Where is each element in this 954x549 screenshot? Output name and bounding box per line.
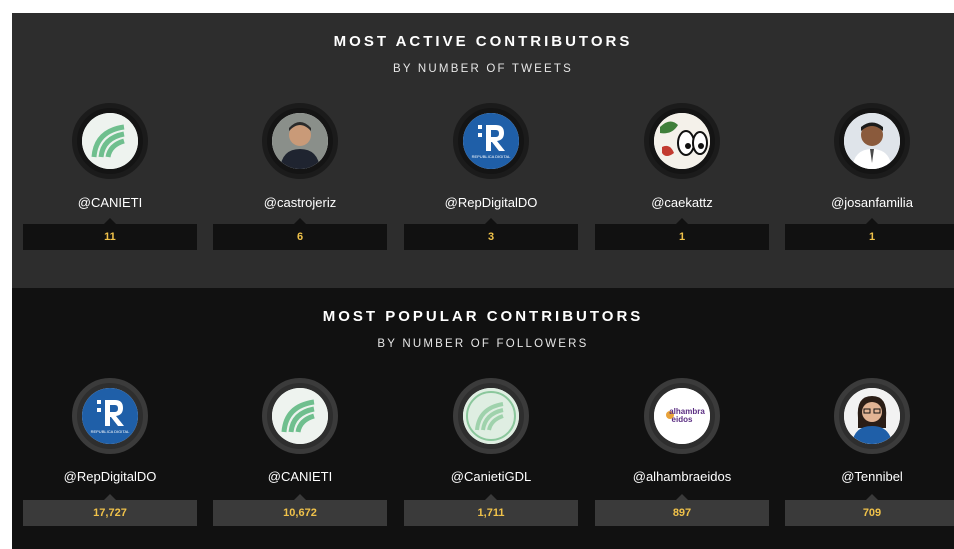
avatar[interactable]: alhambra eidos [644,378,720,454]
woman-portrait-icon [844,388,900,444]
follower-count: 10,672 [213,494,387,526]
alhambra-logo-text-line2: eidos [672,415,693,424]
man-portrait-icon [272,113,328,169]
follower-count: 1,711 [404,494,578,526]
contributor-handle[interactable]: @Tennibel [785,469,954,484]
most-active-section: MOST ACTIVE CONTRIBUTORS BY NUMBER OF TW… [12,13,954,288]
contributor-handle[interactable]: @alhambraeidos [595,469,769,484]
avatar[interactable] [834,378,910,454]
follower-count: 709 [785,494,954,526]
canieti-gdl-logo-icon [463,388,519,444]
republica-digital-logo-icon: REPUBLICA DIGITAL [463,113,519,169]
follower-count: 17,727 [23,494,197,526]
avatar[interactable]: REPUBLICA DIGITAL [453,103,529,179]
tweet-count: 3 [404,218,578,250]
republica-digital-logo-icon: REPUBLICA DIGITAL [82,388,138,444]
contributor-handle[interactable]: @CANIETI [213,469,387,484]
avatar[interactable] [262,103,338,179]
alhambra-eidos-logo-icon: alhambra eidos [654,388,710,444]
tweet-count: 11 [23,218,197,250]
canieti-logo-icon [272,388,328,444]
contributor-handle[interactable]: @RepDigitalDO [23,469,197,484]
section-subtitle: BY NUMBER OF FOLLOWERS [377,338,589,350]
republica-logo-text: REPUBLICA DIGITAL [91,429,131,434]
contributor-handle[interactable]: @CANIETI [23,195,197,210]
contributor-handle[interactable]: @castrojeriz [213,195,387,210]
avatar[interactable] [262,378,338,454]
tweet-count: 1 [595,218,769,250]
contributor-handle[interactable]: @CanietiGDL [404,469,578,484]
man-portrait-icon [844,113,900,169]
avatar[interactable] [644,103,720,179]
section-title: MOST POPULAR CONTRIBUTORS [322,308,644,325]
republica-logo-text: REPUBLICA DIGITAL [472,154,512,159]
avatar[interactable] [72,103,148,179]
section-subtitle: BY NUMBER OF TWEETS [392,63,574,75]
tweet-count: 1 [785,218,954,250]
contributor-handle[interactable]: @caekattz [595,195,769,210]
tweet-count: 6 [213,218,387,250]
canieti-logo-icon [82,113,138,169]
avatar[interactable] [834,103,910,179]
avatar[interactable] [453,378,529,454]
contributor-handle[interactable]: @josanfamilia [785,195,954,210]
most-popular-section: MOST POPULAR CONTRIBUTORS BY NUMBER OF F… [12,288,954,549]
cartoon-eyes-icon [654,113,710,169]
follower-count: 897 [595,494,769,526]
avatar[interactable]: REPUBLICA DIGITAL [72,378,148,454]
contributor-handle[interactable]: @RepDigitalDO [404,195,578,210]
section-title: MOST ACTIVE CONTRIBUTORS [333,33,633,50]
